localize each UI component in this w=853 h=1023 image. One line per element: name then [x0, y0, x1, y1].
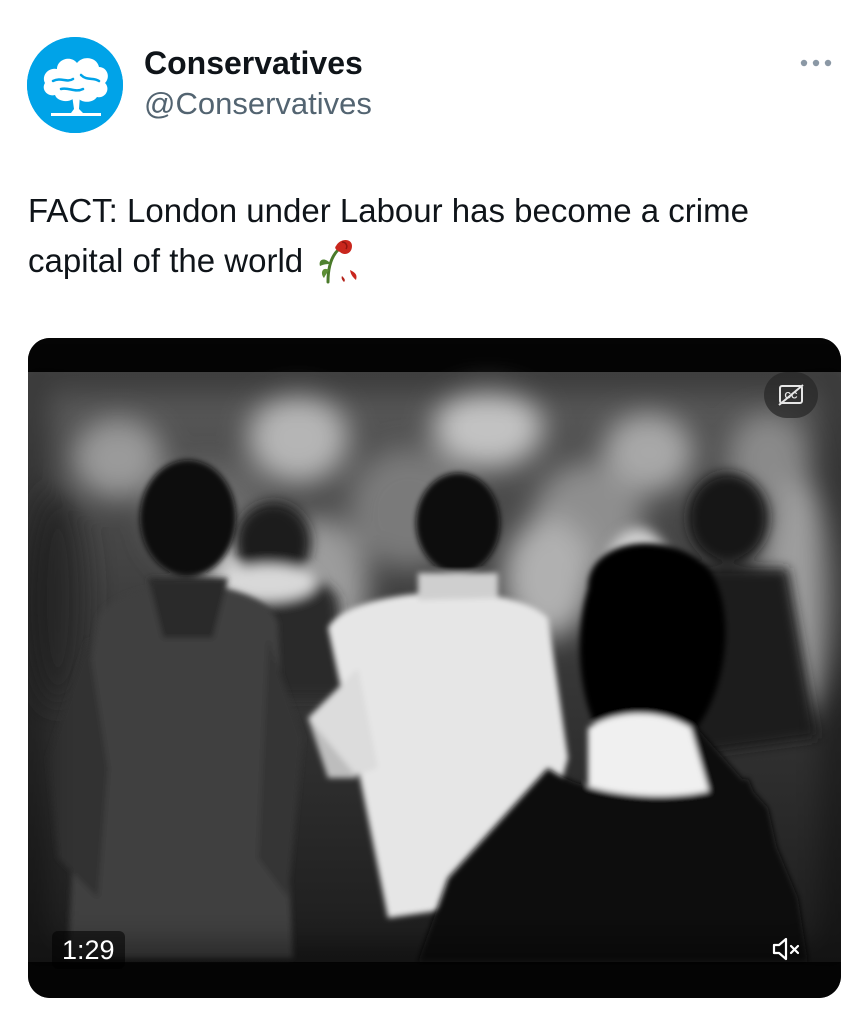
video-frame-image: [28, 338, 841, 998]
video-duration: 1:29: [52, 931, 125, 969]
oak-tree-logo-icon: [27, 37, 123, 133]
muted-speaker-icon: [772, 937, 800, 961]
captions-off-icon: CC: [778, 384, 804, 406]
more-dots-icon: [800, 59, 832, 67]
display-name[interactable]: Conservatives: [144, 43, 363, 83]
wilted-flower-icon: [312, 236, 364, 284]
mute-button[interactable]: [763, 931, 811, 967]
tweet-text: FACT: London under Labour has become a c…: [28, 186, 843, 286]
more-options-button[interactable]: [796, 48, 836, 78]
avatar[interactable]: [27, 37, 123, 133]
captions-button[interactable]: CC: [764, 372, 818, 418]
tweet-text-content: FACT: London under Labour has become a c…: [28, 192, 749, 279]
account-handle[interactable]: @Conservatives: [144, 84, 372, 124]
video-player[interactable]: CC 1:29: [28, 338, 841, 998]
tweet-card: Conservatives @Conservatives FACT: Londo…: [0, 0, 853, 1023]
